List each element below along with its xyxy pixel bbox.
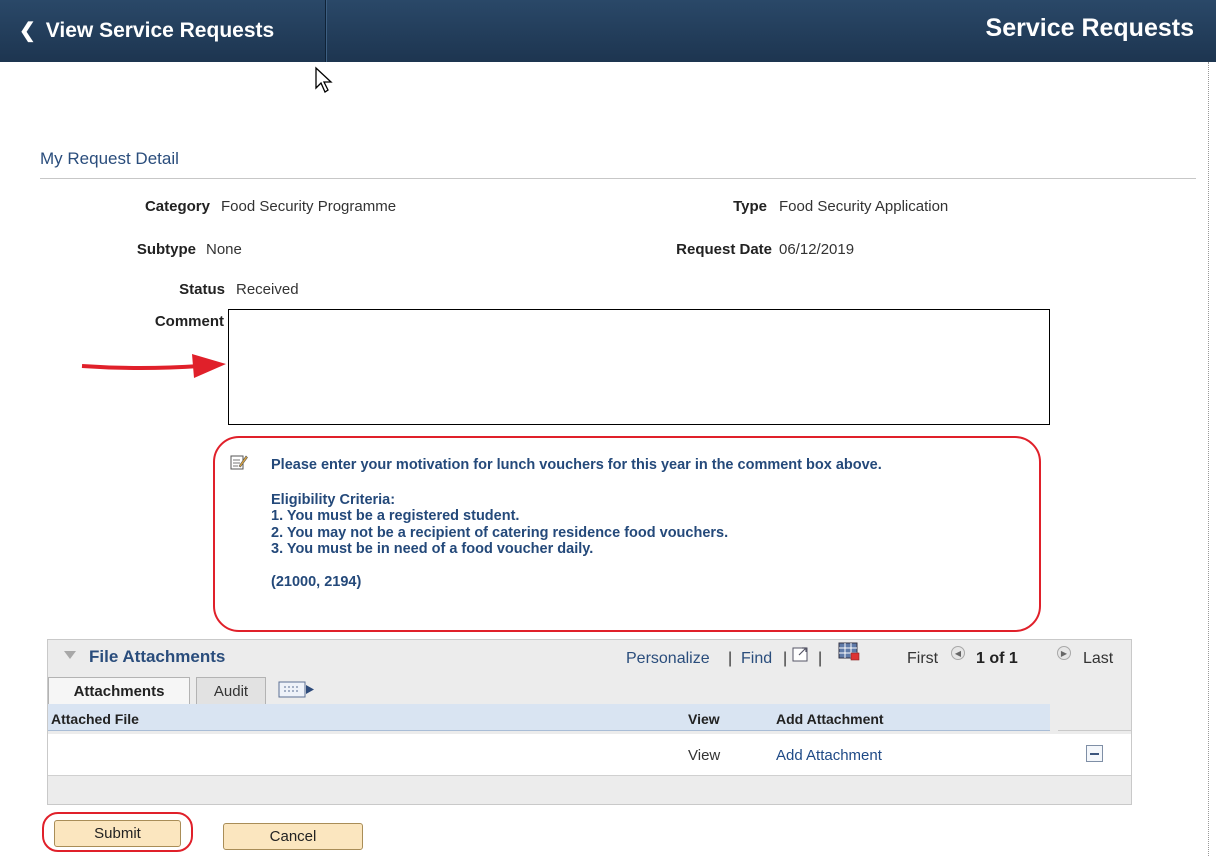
first-link[interactable]: First bbox=[907, 650, 938, 668]
status-label: Status bbox=[179, 281, 225, 298]
type-label: Type bbox=[733, 198, 767, 215]
header-bar: ❮ View Service Requests Service Requests bbox=[0, 0, 1216, 62]
file-attachments-title[interactable]: File Attachments bbox=[89, 647, 225, 667]
red-arrow-annotation bbox=[81, 354, 226, 378]
mouse-cursor-icon bbox=[315, 66, 333, 93]
column-header-view: View bbox=[688, 711, 720, 727]
column-header-add-attachment: Add Attachment bbox=[776, 711, 884, 727]
criteria-title: Eligibility Criteria: bbox=[271, 492, 396, 508]
back-button-label: View Service Requests bbox=[45, 19, 275, 42]
status-value: Received bbox=[236, 281, 299, 298]
type-value: Food Security Application bbox=[779, 198, 949, 215]
separator: | bbox=[783, 650, 788, 667]
column-header-row bbox=[48, 704, 1050, 731]
next-arrow-icon[interactable]: ▶ bbox=[1057, 646, 1071, 660]
instruction-text: Please enter your motivation for lunch v… bbox=[271, 457, 882, 473]
view-all-icon[interactable] bbox=[792, 645, 812, 663]
category-label: Category bbox=[144, 198, 210, 215]
message-code: (21000, 2194) bbox=[271, 574, 362, 590]
column-header-spacer bbox=[1058, 704, 1131, 731]
collapse-triangle-icon[interactable] bbox=[64, 651, 76, 661]
last-link[interactable]: Last bbox=[1083, 650, 1113, 668]
page-edge-divider bbox=[1208, 62, 1209, 856]
minus-icon bbox=[1090, 752, 1099, 755]
add-attachment-link[interactable]: Add Attachment bbox=[776, 747, 882, 764]
download-grid-icon[interactable] bbox=[838, 642, 862, 662]
delete-row-button[interactable] bbox=[1086, 745, 1103, 762]
chevron-left-icon: ❮ bbox=[19, 20, 36, 42]
comment-label: Comment bbox=[154, 313, 224, 330]
page-title: Service Requests bbox=[985, 14, 1194, 42]
memo-icon bbox=[230, 455, 248, 470]
request-date-label: Request Date bbox=[676, 241, 772, 258]
submit-highlight bbox=[42, 812, 193, 852]
separator: | bbox=[818, 650, 823, 667]
personalize-link[interactable]: Personalize bbox=[626, 650, 710, 668]
section-title: My Request Detail bbox=[40, 149, 179, 168]
tab-audit[interactable]: Audit bbox=[196, 677, 266, 704]
section-divider bbox=[40, 178, 1196, 179]
column-header-attached-file: Attached File bbox=[51, 711, 139, 727]
criteria-item: 3. You must be in need of a food voucher… bbox=[271, 541, 594, 557]
subtype-label: Subtype bbox=[136, 241, 196, 258]
show-all-columns-icon[interactable] bbox=[278, 681, 318, 699]
cancel-button[interactable]: Cancel bbox=[223, 823, 363, 850]
subtype-value: None bbox=[206, 241, 242, 258]
view-button[interactable]: View bbox=[688, 747, 720, 764]
request-date-value: 06/12/2019 bbox=[779, 241, 855, 258]
previous-arrow-icon[interactable]: ◀ bbox=[951, 646, 965, 660]
view-service-requests-button[interactable]: ❮ View Service Requests bbox=[9, 0, 326, 62]
separator: | bbox=[728, 650, 733, 667]
table-row bbox=[48, 734, 1131, 776]
comment-textarea[interactable] bbox=[228, 309, 1050, 425]
tab-attachments[interactable]: Attachments bbox=[48, 677, 190, 704]
category-value: Food Security Programme bbox=[221, 198, 397, 215]
row-count: 1 of 1 bbox=[976, 650, 1018, 667]
find-link[interactable]: Find bbox=[741, 650, 772, 668]
criteria-item: 2. You may not be a recipient of caterin… bbox=[271, 525, 729, 541]
criteria-item: 1. You must be a registered student. bbox=[271, 508, 520, 524]
